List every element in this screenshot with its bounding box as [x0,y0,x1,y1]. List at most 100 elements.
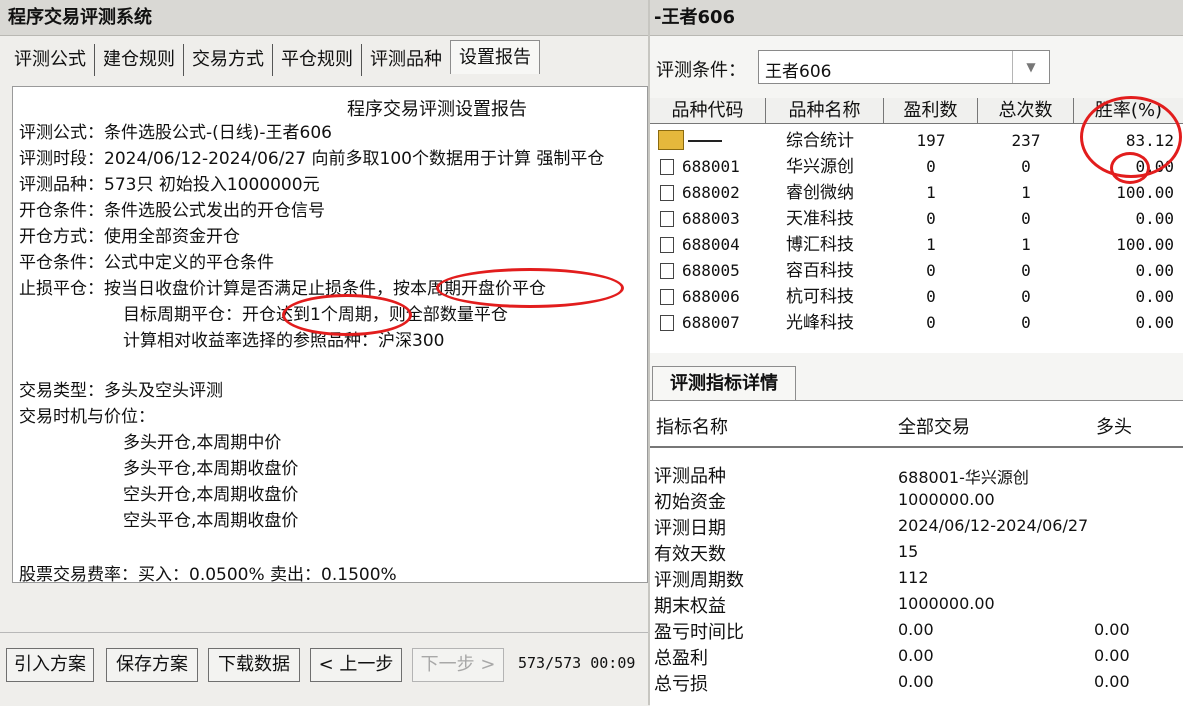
metric-name: 期末权益 [654,596,726,617]
report-line: 开仓方式：使用全部资金开仓 [19,227,240,247]
metric-name: 盈亏时间比 [654,622,744,643]
tab-report[interactable]: 设置报告 [450,40,540,74]
row-winrate: 100.00 [1116,235,1174,254]
metric-value-long: 0.00 [1094,620,1130,639]
row-profit: 0 [926,287,936,306]
row-checkbox[interactable] [660,289,674,305]
chevron-down-icon[interactable]: ▼ [1012,51,1049,83]
row-profit: 0 [926,313,936,332]
prev-step-button[interactable]: < 上一步 [310,648,402,682]
row-checkbox[interactable] [660,263,674,279]
row-profit: 0 [926,261,936,280]
row-name: 睿创微纳 [786,183,854,203]
col-header-name[interactable]: 品种名称 [766,98,884,124]
metric-value-long: 0.00 [1094,672,1130,691]
report-line: 评测时段：2024/06/12-2024/06/27 向前多取100个数据用于计… [19,149,605,169]
metric-name: 有效天数 [654,544,726,565]
row-code: 688004 [682,235,740,254]
save-plan-button[interactable]: 保存方案 [106,648,198,682]
metric-name: 评测日期 [654,518,726,539]
row-checkbox[interactable] [660,237,674,253]
report-line: 评测公式：条件选股公式-(日线)-王者606 [19,123,332,143]
metric-name: 总亏损 [654,674,708,695]
row-name: 综合统计 [786,131,854,151]
folder-icon [658,130,684,150]
import-plan-button[interactable]: 引入方案 [6,648,94,682]
report-line: 平仓条件：公式中定义的平仓条件 [19,253,274,273]
row-name: 华兴源创 [786,157,854,177]
row-total: 0 [1021,261,1031,280]
row-profit: 197 [916,131,946,150]
row-name: 博汇科技 [786,235,854,255]
next-step-button[interactable]: 下一步 > [412,648,504,682]
tab-formula[interactable]: 评测公式 [6,44,95,76]
row-code: 688003 [682,209,740,228]
row-winrate: 0.00 [1135,287,1174,306]
row-winrate: 100.00 [1116,183,1174,202]
metric-value-all: 688001-华兴源创 [898,468,1029,487]
metric-value-all: 0.00 [898,620,934,639]
row-profit: 1 [926,235,936,254]
row-profit: 1 [926,183,936,202]
row-code: 688002 [682,183,740,202]
metric-value-all: 2024/06/12-2024/06/27 [898,516,1089,535]
tab-close-rules[interactable]: 平仓规则 [273,44,362,76]
row-code: 688005 [682,261,740,280]
tab-trade-mode[interactable]: 交易方式 [184,44,273,76]
report-line: 多头平仓,本周期收盘价 [123,459,299,479]
metric-value-all: 15 [898,542,919,561]
row-total: 0 [1021,313,1031,332]
metric-name: 总盈利 [654,648,708,669]
row-total: 0 [1021,157,1031,176]
row-code [682,128,766,154]
detail-header-name: 指标名称 [656,417,728,438]
row-total: 1 [1021,183,1031,202]
row-code: 688006 [682,287,740,306]
progress-text: 573/573 00:09 [518,654,636,672]
window-title: 程序交易评测系统 [0,0,648,36]
metric-value-all: 0.00 [898,672,934,691]
detail-header-long: 多头 [1096,417,1132,438]
row-checkbox[interactable] [660,159,674,175]
report-line: 多头开仓,本周期中价 [123,433,282,453]
row-total: 1 [1021,235,1031,254]
row-checkbox[interactable] [660,315,674,331]
metric-name: 评测周期数 [654,570,744,591]
row-checkbox[interactable] [660,185,674,201]
report-line: 交易时机与价位： [19,407,155,427]
metric-value-all: 1000000.00 [898,594,995,613]
row-winrate: 0.00 [1135,313,1174,332]
report-line: 股票交易费率：买入：0.0500% 卖出：0.1500% [19,565,397,583]
row-total: 0 [1021,209,1031,228]
detail-divider [650,446,1183,448]
col-header-code[interactable]: 品种代码 [650,98,766,124]
metric-value-all: 1000000.00 [898,490,995,509]
col-header-profit[interactable]: 盈利数 [884,98,978,124]
report-line: 空头开仓,本周期收盘价 [123,485,299,505]
tab-metric-details[interactable]: 评测指标详情 [652,366,796,400]
download-data-button[interactable]: 下载数据 [208,648,300,682]
row-name: 光峰科技 [786,313,854,333]
row-profit: 0 [926,157,936,176]
col-header-total[interactable]: 总次数 [978,98,1074,124]
condition-value: 王者606 [765,62,832,82]
row-checkbox[interactable] [660,211,674,227]
settings-tabs: 评测公式 建仓规则 交易方式 平仓规则 评测品种 设置报告 [6,40,540,78]
results-window-title: -王者606 [650,0,1183,36]
row-code: 688001 [682,157,740,176]
row-winrate: 0.00 [1135,261,1174,280]
report-line: 空头平仓,本周期收盘价 [123,511,299,531]
condition-select[interactable]: 王者606 ▼ [758,50,1050,84]
row-name: 容百科技 [786,261,854,281]
metric-value-long: 0.00 [1094,646,1130,665]
annotation-circle [436,268,624,308]
tab-symbols[interactable]: 评测品种 [362,44,450,76]
metric-value-all: 112 [898,568,929,587]
tab-open-rules[interactable]: 建仓规则 [95,44,184,76]
row-code: 688007 [682,313,740,332]
detail-header-all: 全部交易 [898,417,970,438]
metric-name: 初始资金 [654,492,726,513]
metric-value-all: 0.00 [898,646,934,665]
report-line: 计算相对收益率选择的参照品种：沪深300 [123,331,445,351]
row-profit: 0 [926,209,936,228]
